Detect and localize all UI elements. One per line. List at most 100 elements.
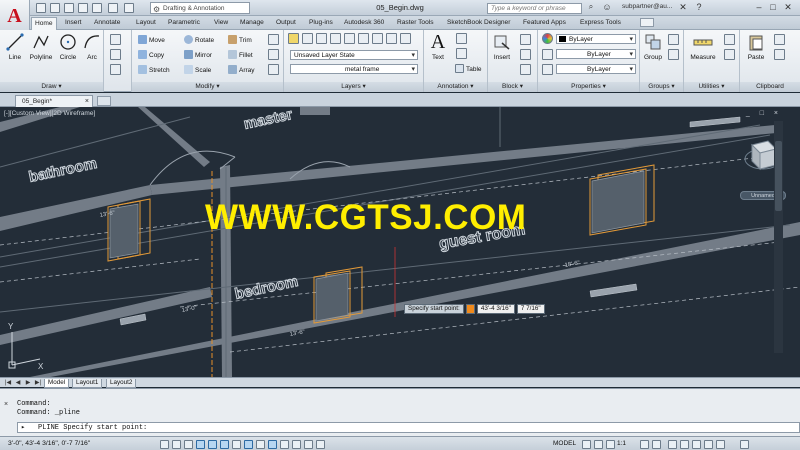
ribbon-toggle-button[interactable]: [640, 18, 654, 27]
edit-block-icon[interactable]: [520, 49, 531, 60]
layer-previous-icon[interactable]: [386, 33, 397, 44]
layer-walk-icon[interactable]: [400, 33, 411, 44]
first-tab-icon[interactable]: |◀: [4, 379, 12, 387]
cut-icon[interactable]: [774, 34, 785, 45]
tab-insert[interactable]: Insert: [65, 17, 82, 30]
tab-view[interactable]: View: [214, 17, 228, 30]
rotate-button[interactable]: Rotate: [184, 35, 214, 45]
explode-icon[interactable]: [268, 49, 279, 60]
quick-view-layouts-icon[interactable]: [582, 440, 591, 449]
copy-button[interactable]: Copy: [138, 50, 164, 60]
command-input[interactable]: ▸ PLINE Specify start point:: [17, 422, 800, 433]
layer-off-icon[interactable]: [302, 33, 313, 44]
dynamic-input-icon[interactable]: [268, 440, 277, 449]
tab-parametric[interactable]: Parametric: [168, 17, 200, 30]
tab-home[interactable]: Home: [31, 17, 57, 30]
transparency-icon[interactable]: [292, 440, 301, 449]
match-properties-icon[interactable]: [542, 33, 553, 44]
search-input[interactable]: Type a keyword or phrase: [487, 3, 582, 14]
offset-icon[interactable]: [268, 64, 279, 75]
clean-screen-icon[interactable]: [740, 440, 749, 449]
layer-freeze-icon[interactable]: [330, 33, 341, 44]
insert-button[interactable]: Insert: [490, 32, 514, 61]
rectangle-icon[interactable]: [110, 34, 121, 45]
fillet-button[interactable]: Fillet: [228, 50, 253, 60]
layer-unisolate-icon[interactable]: [372, 33, 383, 44]
model-space-toggle[interactable]: MODEL: [553, 440, 576, 447]
annotation-panel-title[interactable]: Annotation ▾: [424, 82, 487, 92]
dimension-icon[interactable]: [456, 33, 467, 44]
leader-icon[interactable]: [456, 48, 467, 59]
calculator-icon[interactable]: [724, 49, 735, 60]
object-snap-tracking-icon[interactable]: [244, 440, 253, 449]
linetype-dropdown[interactable]: ByLayer: [556, 49, 636, 59]
hatch-icon[interactable]: [110, 49, 121, 60]
tab-annotate[interactable]: Annotate: [94, 17, 120, 30]
help-icon[interactable]: ?: [692, 2, 706, 13]
tab-layout2[interactable]: Layout2: [106, 379, 137, 388]
file-tab[interactable]: 05_Begin* ×: [15, 95, 93, 107]
line-button[interactable]: Line: [3, 32, 27, 61]
new-tab-button[interactable]: [97, 96, 111, 106]
tab-model[interactable]: Model: [44, 379, 70, 388]
tab-layout1[interactable]: Layout1: [72, 379, 103, 388]
lineweight-toggle-icon[interactable]: [280, 440, 289, 449]
maximize-button[interactable]: □: [766, 2, 780, 13]
text-button[interactable]: A Text: [426, 31, 450, 62]
annotation-scale[interactable]: 1:1: [617, 440, 626, 447]
quick-view-drawings-icon[interactable]: [594, 440, 603, 449]
search-icon[interactable]: ⌕: [584, 2, 598, 13]
circle-button[interactable]: Circle: [56, 32, 80, 61]
close-tab-icon[interactable]: ×: [85, 96, 89, 107]
snap-mode-icon[interactable]: [172, 440, 181, 449]
tab-output[interactable]: Output: [276, 17, 296, 30]
isolate-objects-icon[interactable]: [704, 440, 713, 449]
ellipse-icon[interactable]: [110, 64, 121, 75]
tab-autodesk-360[interactable]: Autodesk 360: [344, 17, 384, 30]
minimize-button[interactable]: –: [752, 2, 766, 13]
measure-button[interactable]: Measure: [688, 32, 718, 61]
draw-panel-title[interactable]: Draw ▾: [0, 82, 103, 92]
tab-express-tools[interactable]: Express Tools: [580, 17, 621, 30]
stretch-button[interactable]: Stretch: [138, 65, 170, 75]
close-command-icon[interactable]: ×: [4, 401, 8, 408]
tab-plug-ins[interactable]: Plug-ins: [309, 17, 333, 30]
erase-icon[interactable]: [268, 34, 279, 45]
current-layer-dropdown[interactable]: metal frame: [290, 64, 418, 74]
coordinate-readout[interactable]: 3'-0", 43'-4 3/16", 0'-7 7/16": [8, 440, 90, 447]
group-edit-icon[interactable]: [668, 49, 679, 60]
quick-select-icon[interactable]: [724, 34, 735, 45]
3d-object-snap-icon[interactable]: [232, 440, 241, 449]
list-icon[interactable]: [542, 49, 553, 60]
scrollbar-thumb[interactable]: [775, 141, 782, 211]
next-tab-icon[interactable]: ▶: [24, 379, 32, 387]
grid-display-icon[interactable]: [184, 440, 193, 449]
layers-panel-title[interactable]: Layers ▾: [284, 82, 423, 92]
close-button[interactable]: ✕: [781, 2, 795, 13]
lock-ui-icon[interactable]: [680, 440, 689, 449]
vertical-scrollbar[interactable]: [774, 121, 783, 353]
polar-tracking-icon[interactable]: [208, 440, 217, 449]
lineweight-icon[interactable]: [542, 64, 553, 75]
layer-state-dropdown[interactable]: Unsaved Layer State: [290, 50, 418, 60]
polyline-button[interactable]: Polyline: [27, 32, 55, 61]
exchange-icon[interactable]: ✕: [676, 2, 690, 13]
array-button[interactable]: Array: [228, 65, 255, 75]
move-button[interactable]: Move: [138, 35, 165, 45]
tab-layout[interactable]: Layout: [136, 17, 156, 30]
trim-button[interactable]: Trim: [228, 35, 252, 45]
selection-cycling-icon[interactable]: [316, 440, 325, 449]
modify-panel-title[interactable]: Modify ▾: [132, 82, 283, 92]
application-menu-button[interactable]: A: [0, 0, 30, 32]
object-snap-icon[interactable]: [220, 440, 229, 449]
auto-scale-icon[interactable]: [652, 440, 661, 449]
paste-button[interactable]: Paste: [744, 32, 768, 61]
status-menu-icon[interactable]: [716, 440, 725, 449]
infer-constraints-icon[interactable]: [160, 440, 169, 449]
viewport-window-controls[interactable]: _ □ ×: [746, 110, 782, 117]
utilities-panel-title[interactable]: Utilities ▾: [684, 82, 739, 92]
layer-lock-icon[interactable]: [344, 33, 355, 44]
annotation-visibility-icon[interactable]: [640, 440, 649, 449]
tab-featured-apps[interactable]: Featured Apps: [523, 17, 566, 30]
last-tab-icon[interactable]: ▶|: [34, 379, 42, 387]
